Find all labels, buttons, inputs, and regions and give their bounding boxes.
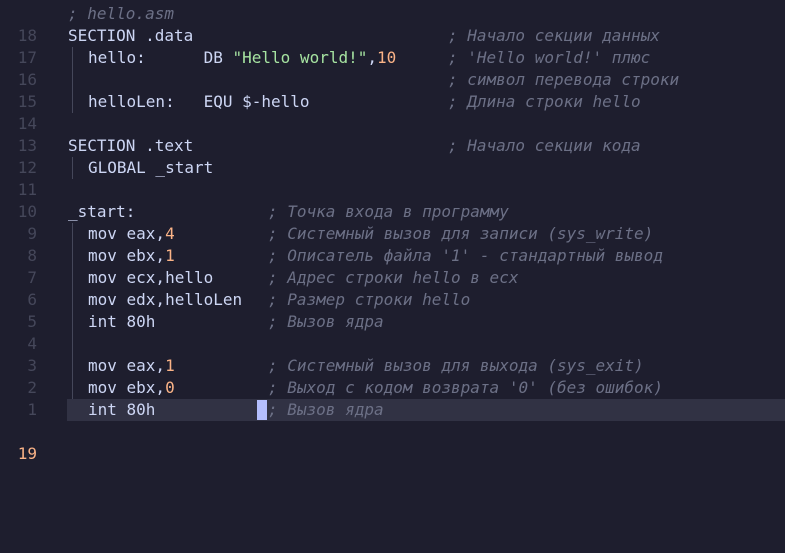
code-text: mov edx,helloLen bbox=[88, 290, 243, 309]
indent-guide bbox=[72, 47, 73, 69]
code-line[interactable]: 7 mov ebx,1 ; Описатель файла '1' - стан… bbox=[0, 245, 785, 287]
indent-guide bbox=[72, 267, 73, 289]
code-comment: ; Системный вызов для выхода (sys_exit) bbox=[268, 356, 644, 375]
code-line[interactable]: 15 ; символ перевода строки bbox=[0, 69, 785, 111]
code-text: hello: DB "Hello world!",10 bbox=[88, 48, 397, 67]
code-text: _start: bbox=[68, 202, 136, 221]
number-literal: 1 bbox=[165, 356, 175, 375]
indent-guide bbox=[72, 289, 73, 311]
code-line[interactable]: 12 SECTION .text ; Начало секции кода bbox=[0, 135, 785, 177]
code-text: mov ecx,hello bbox=[88, 268, 214, 287]
code-line[interactable]: 5 mov edx,helloLen ; Размер строки hello bbox=[0, 289, 785, 331]
code-text: mov ebx,0 bbox=[88, 378, 175, 397]
text-cursor bbox=[257, 400, 267, 420]
indent-guide bbox=[72, 311, 73, 333]
code-text: helloLen: EQU $-hello bbox=[88, 92, 310, 111]
code-comment: ; Вызов ядра bbox=[268, 312, 384, 331]
code-line[interactable]: 13 bbox=[0, 113, 785, 155]
code-comment: ; Размер строки hello bbox=[268, 290, 471, 309]
code-comment: ; Адрес строки hello в ecx bbox=[268, 268, 519, 287]
code-text: SECTION .data bbox=[68, 26, 194, 45]
code-line[interactable]: 16 hello: DB "Hello world!",10 ; 'Hello … bbox=[0, 47, 785, 89]
code-comment: ; Длина строки hello bbox=[448, 92, 641, 111]
indent-guide bbox=[72, 377, 73, 399]
code-editor[interactable]: 18 ; hello.asm 17 SECTION .data ; Начало… bbox=[0, 3, 785, 463]
code-comment: ; hello.asm bbox=[68, 4, 174, 23]
code-line[interactable]: 6 mov ecx,hello ; Адрес строки hello в e… bbox=[0, 267, 785, 309]
number-literal: 10 bbox=[377, 48, 397, 67]
code-line[interactable]: 9 _start: ; Точка входа в программу bbox=[0, 201, 785, 243]
code-text: int 80h bbox=[88, 312, 156, 331]
code-comment: ; Описатель файла '1' - стандартный выво… bbox=[268, 246, 663, 265]
number-literal: 4 bbox=[165, 224, 175, 243]
indent-guide bbox=[72, 69, 73, 91]
code-text: SECTION .text bbox=[68, 136, 194, 155]
current-line-number: 19 bbox=[17, 444, 37, 463]
code-line[interactable]: 2 mov eax,1 ; Системный вызов для выхода… bbox=[0, 355, 785, 397]
code-comment: ; символ перевода строки bbox=[448, 70, 680, 89]
indent-guide bbox=[72, 355, 73, 377]
indent-guide bbox=[72, 157, 73, 179]
code-line[interactable]: 8 mov eax,4 ; Системный вызов для записи… bbox=[0, 223, 785, 265]
code-comment: ; Системный вызов для записи (sys_write) bbox=[268, 224, 654, 243]
code-line[interactable]: 11 GLOBAL _start bbox=[0, 157, 785, 199]
indent-guide bbox=[72, 245, 73, 267]
code-comment: ; Точка входа в программу bbox=[268, 202, 509, 221]
code-text: mov eax,4 bbox=[88, 224, 175, 243]
string-literal: "Hello world!" bbox=[232, 48, 368, 67]
code-text: int 80h bbox=[88, 400, 156, 419]
code-line[interactable]: 10 bbox=[0, 179, 785, 221]
code-text: mov ebx,1 bbox=[88, 246, 175, 265]
code-comment: ; Вызов ядра bbox=[268, 400, 384, 419]
code-comment: ; Выход с кодом возврата '0' (без ошибок… bbox=[268, 378, 663, 397]
indent-guide bbox=[72, 223, 73, 245]
code-comment: ; Начало секции кода bbox=[448, 136, 641, 155]
code-line[interactable]: 4 int 80h ; Вызов ядра bbox=[0, 311, 785, 353]
code-line[interactable]: 17 SECTION .data ; Начало секции данных bbox=[0, 25, 785, 67]
code-comment: ; 'Hello world!' плюс bbox=[448, 48, 651, 67]
current-code-line[interactable]: 19 int 80h ; Вызов ядра bbox=[0, 399, 785, 463]
code-line[interactable]: 1 mov ebx,0 ; Выход с кодом возврата '0'… bbox=[0, 377, 785, 419]
number-literal: 1 bbox=[165, 246, 175, 265]
code-text: GLOBAL _start bbox=[88, 158, 214, 177]
number-literal: 0 bbox=[165, 378, 175, 397]
code-line[interactable]: 14 helloLen: EQU $-hello ; Длина строки … bbox=[0, 91, 785, 133]
code-comment: ; Начало секции данных bbox=[448, 26, 660, 45]
indent-guide bbox=[72, 333, 73, 355]
current-line-highlight bbox=[67, 399, 785, 421]
code-line[interactable]: 18 ; hello.asm bbox=[0, 3, 785, 45]
code-line[interactable]: 3 bbox=[0, 333, 785, 375]
code-text: mov eax,1 bbox=[88, 356, 175, 375]
indent-guide bbox=[72, 91, 73, 113]
